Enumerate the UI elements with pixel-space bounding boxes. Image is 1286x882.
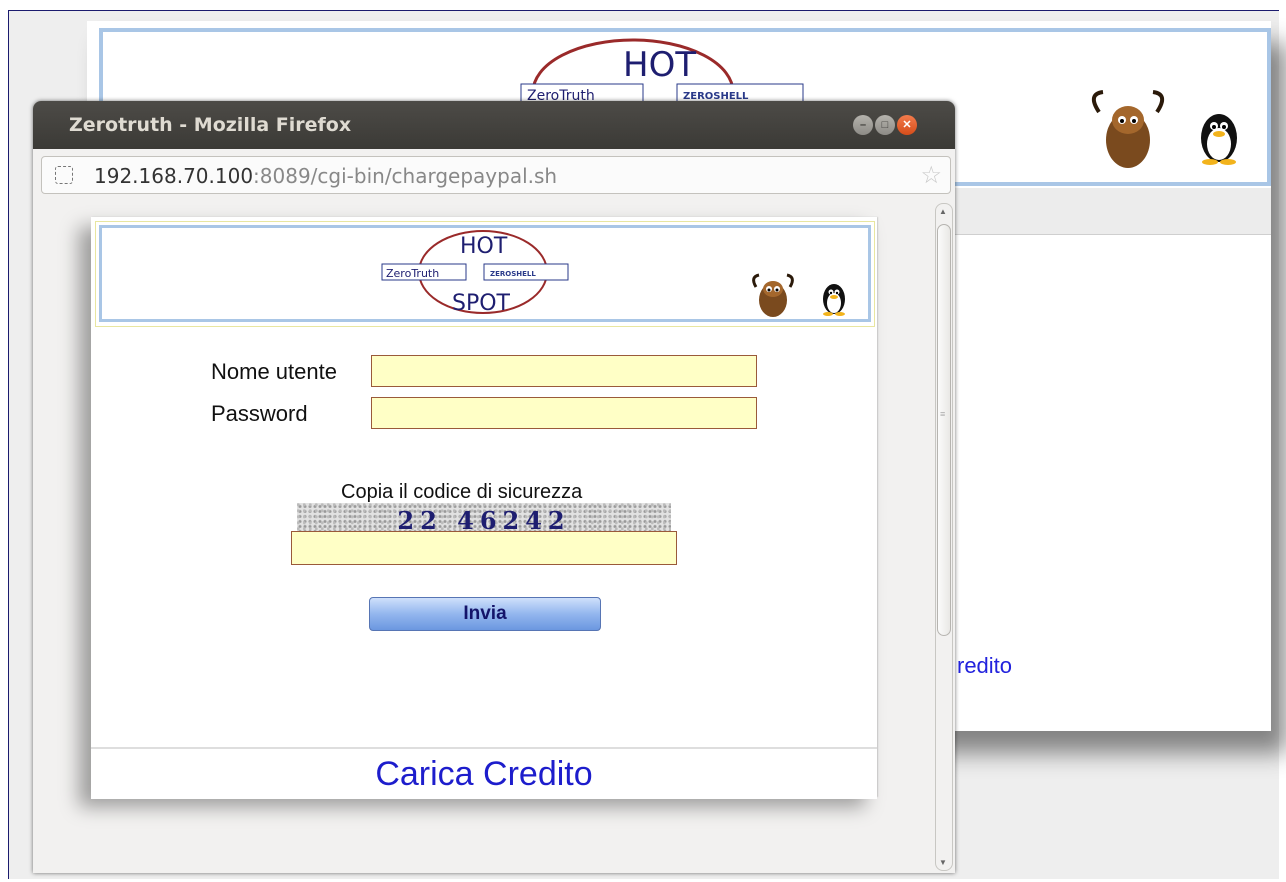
page-header-inner: HOT SPOT ZeroTruth ZEROSHELL: [99, 225, 871, 322]
captcha-label: Copia il codice di sicurezza: [341, 481, 583, 503]
logo-bottom-text: SPOT: [452, 291, 511, 316]
logo-badge-right: ZEROSHELL: [490, 270, 536, 278]
close-icon[interactable]: ✕: [897, 115, 917, 135]
hotspot-logo: HOT SPOT ZeroTruth ZEROSHELL: [381, 230, 845, 317]
maximize-icon[interactable]: □: [875, 115, 895, 135]
firefox-window: Zerotruth - Mozilla Firefox – □ ✕ 192.16…: [33, 101, 955, 873]
username-label: Nome utente: [211, 359, 337, 384]
background-logo-text: HOT: [623, 45, 696, 85]
tux-penguin-icon: [1201, 114, 1237, 165]
scroll-up-icon[interactable]: ▲: [939, 207, 947, 216]
tux-penguin-icon: [823, 284, 845, 316]
captcha-field[interactable]: [291, 531, 677, 565]
page-header: HOT SPOT ZeroTruth ZEROSHELL: [95, 221, 875, 327]
logo-badge-left: ZeroTruth: [386, 267, 439, 280]
bookmark-star-icon[interactable]: ☆: [920, 161, 942, 190]
password-field[interactable]: [371, 397, 757, 429]
scroll-down-icon[interactable]: ▼: [939, 858, 947, 867]
url-bar[interactable]: 192.168.70.100:8089/cgi-bin/chargepaypal…: [41, 156, 951, 194]
scroll-thumb[interactable]: [937, 224, 951, 636]
window-title: Zerotruth - Mozilla Firefox: [69, 114, 352, 136]
background-credit-link[interactable]: redito: [957, 653, 1012, 679]
password-label: Password: [211, 401, 308, 426]
screen-frame: HOT ZeroTruth ZEROSHELL redito Zerotruth…: [8, 10, 1279, 879]
carica-credito-link[interactable]: Carica Credito: [375, 755, 592, 794]
url-text[interactable]: 192.168.70.100:8089/cgi-bin/chargepaypal…: [94, 164, 557, 188]
url-host: 192.168.70.100: [94, 164, 254, 188]
site-identity-icon[interactable]: [55, 166, 73, 184]
url-path: :8089/cgi-bin/chargepaypal.sh: [253, 164, 558, 188]
username-field[interactable]: [371, 355, 757, 387]
page-viewport: HOT SPOT ZeroTruth ZEROSHELL Nome utente…: [33, 202, 933, 873]
gnu-mascot-icon: [1091, 90, 1165, 168]
gnu-mascot-icon: [752, 273, 794, 317]
login-form: Nome utente Password Copia il codice di …: [91, 327, 877, 747]
page-footer: Carica Credito: [91, 747, 877, 799]
submit-button[interactable]: Invia: [369, 597, 601, 631]
logo-top-text: HOT: [460, 234, 508, 259]
scroll-grip-icon: ≡: [940, 409, 946, 419]
login-card: HOT SPOT ZeroTruth ZEROSHELL Nome utente…: [91, 217, 877, 799]
title-bar[interactable]: Zerotruth - Mozilla Firefox – □ ✕: [33, 101, 955, 149]
minimize-icon[interactable]: –: [853, 115, 873, 135]
vertical-scrollbar[interactable]: ▲ ≡ ▼: [935, 203, 953, 871]
